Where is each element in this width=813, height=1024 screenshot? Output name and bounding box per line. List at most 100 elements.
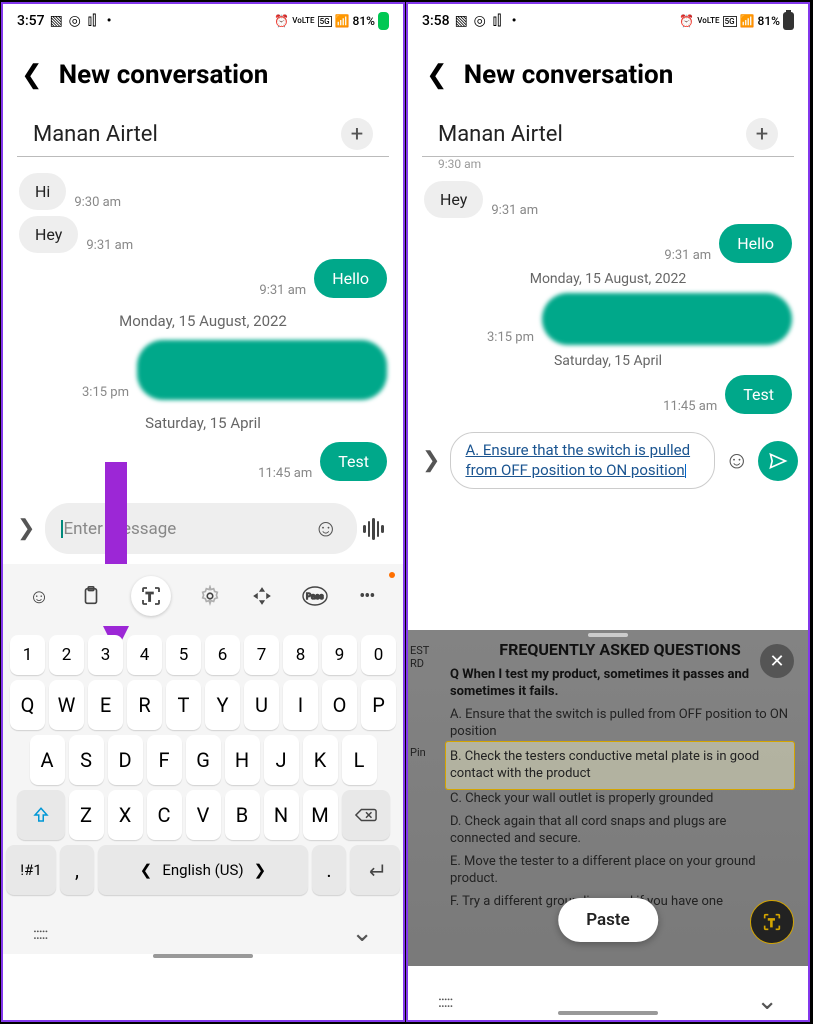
message-incoming[interactable]: Hi 9:30 am <box>19 173 387 210</box>
key[interactable]: K <box>303 735 338 785</box>
key[interactable]: Q <box>10 680 45 730</box>
timestamp: 11:45 am <box>663 399 717 414</box>
hide-keyboard-icon[interactable]: ⌄ <box>756 986 778 1016</box>
header: ❮ New conversation <box>408 34 808 108</box>
key[interactable]: U <box>244 680 279 730</box>
ocr-answer-d[interactable]: D. Check again that all cord snaps and p… <box>450 813 790 848</box>
expand-icon[interactable]: ❯ <box>13 516 39 541</box>
key[interactable]: 2 <box>49 635 84 675</box>
recipient-row: Manan Airtel + <box>422 108 794 157</box>
message-outgoing[interactable]: 9:31 am Hello <box>424 224 792 263</box>
ocr-title[interactable]: FREQUENTLY ASKED QUESTIONS <box>450 640 790 659</box>
emoji-icon[interactable]: ☺ <box>310 514 341 543</box>
key[interactable]: V <box>186 790 221 840</box>
message-incoming[interactable]: Hey 9:31 am <box>19 216 387 253</box>
back-icon[interactable]: ❮ <box>426 60 448 90</box>
key[interactable]: N <box>264 790 299 840</box>
period-key[interactable]: . <box>312 845 346 895</box>
key[interactable]: X <box>108 790 143 840</box>
gallery-icon: ▧ <box>455 14 469 28</box>
phone-screen-right: 3:58 ▧ ◎ ⫾⫿ • ⏰ VoLTE 5G 📶 81% ❮ New con… <box>406 2 810 1022</box>
key[interactable]: 8 <box>283 635 318 675</box>
key[interactable]: 3 <box>88 635 123 675</box>
paste-button[interactable]: Paste <box>558 898 658 942</box>
add-recipient-button[interactable]: + <box>341 118 373 150</box>
key[interactable]: Z <box>69 790 104 840</box>
key[interactable]: R <box>127 680 162 730</box>
message-outgoing[interactable]: 11:45 am Test <box>424 375 792 414</box>
enter-key[interactable] <box>350 845 400 895</box>
keyboard[interactable]: 1 2 3 4 5 6 7 8 9 0 Q W E R T Y U I O P … <box>3 626 403 906</box>
close-button[interactable]: ✕ <box>760 644 794 678</box>
ocr-answer-e[interactable]: E. Move the tester to a different place … <box>450 853 790 888</box>
comma-key[interactable]: , <box>60 845 94 895</box>
ocr-answer-b-highlighted[interactable]: B. Check the testers conductive metal pl… <box>446 742 794 789</box>
key[interactable]: E <box>88 680 123 730</box>
key[interactable]: 1 <box>10 635 45 675</box>
message-input[interactable]: Enter message ☺ <box>45 503 357 554</box>
hide-keyboard-icon[interactable]: ⌄ <box>351 918 373 948</box>
ocr-answer-c[interactable]: C. Check your wall outlet is properly gr… <box>450 790 790 808</box>
key[interactable]: 6 <box>205 635 240 675</box>
key[interactable]: L <box>342 735 377 785</box>
ocr-question[interactable]: Q When I test my product, sometimes it p… <box>450 667 790 701</box>
key[interactable]: S <box>69 735 104 785</box>
add-recipient-button[interactable]: + <box>746 118 778 150</box>
symbols-key[interactable]: !#1 <box>6 845 56 895</box>
key[interactable]: C <box>147 790 182 840</box>
key[interactable]: J <box>264 735 299 785</box>
shift-key[interactable] <box>17 790 65 840</box>
recipient-name[interactable]: Manan Airtel <box>33 122 158 147</box>
message-outgoing[interactable]: 9:31 am Hello <box>19 259 387 298</box>
key[interactable]: Y <box>205 680 240 730</box>
more-icon[interactable]: ••• <box>354 583 380 609</box>
message-outgoing-blurred[interactable]: 3:15 pm <box>424 293 792 345</box>
emoji-icon[interactable]: ☺ <box>721 446 752 475</box>
key[interactable]: H <box>225 735 260 785</box>
message-outgoing-blurred[interactable]: 3:15 pm <box>19 340 387 400</box>
key[interactable]: 5 <box>166 635 201 675</box>
key[interactable]: F <box>147 735 182 785</box>
language-key[interactable]: ❮English (US)❯ <box>98 845 308 895</box>
ocr-answer-a[interactable]: A. Ensure that the switch is pulled from… <box>450 706 790 741</box>
key[interactable]: O <box>322 680 357 730</box>
clipboard-icon[interactable] <box>78 583 104 609</box>
keyboard-row-3: Z X C V B N M <box>6 790 400 840</box>
expand-icon[interactable] <box>249 583 275 609</box>
text-scan-icon[interactable]: T <box>131 576 171 616</box>
timestamp: 9:31 am <box>86 238 133 253</box>
home-indicator[interactable] <box>153 954 253 958</box>
bubble-redacted <box>542 293 792 345</box>
drag-handle-icon[interactable] <box>588 633 628 637</box>
key[interactable]: 7 <box>244 635 279 675</box>
key[interactable]: 9 <box>322 635 357 675</box>
key[interactable]: P <box>361 680 396 730</box>
key[interactable]: D <box>108 735 143 785</box>
key[interactable]: W <box>49 680 84 730</box>
key[interactable]: I <box>283 680 318 730</box>
keyboard-switch-icon[interactable]: ::::: <box>438 992 452 1011</box>
message-input[interactable]: A. Ensure that the switch is pulled from… <box>450 432 715 489</box>
key[interactable]: G <box>186 735 221 785</box>
voice-input-icon[interactable] <box>363 518 393 540</box>
message-incoming[interactable]: Hey 9:31 am <box>424 181 792 218</box>
message-outgoing[interactable]: 11:45 am Test <box>19 442 387 481</box>
rescan-fab[interactable]: T <box>750 900 794 944</box>
settings-icon[interactable] <box>197 583 223 609</box>
send-button[interactable] <box>758 441 798 481</box>
key[interactable]: T <box>166 680 201 730</box>
key[interactable]: 4 <box>127 635 162 675</box>
key[interactable]: B <box>225 790 260 840</box>
key[interactable]: M <box>303 790 338 840</box>
key[interactable]: 0 <box>361 635 396 675</box>
keyboard-row-1: Q W E R T Y U I O P <box>6 680 400 730</box>
pass-icon[interactable]: Pass <box>302 583 328 609</box>
key[interactable]: A <box>30 735 65 785</box>
home-indicator[interactable] <box>558 1011 658 1015</box>
recipient-name[interactable]: Manan Airtel <box>438 122 563 147</box>
emoji-icon[interactable]: ☺ <box>26 583 52 609</box>
backspace-key[interactable] <box>342 790 390 840</box>
keyboard-switch-icon[interactable]: ::::: <box>33 924 47 943</box>
back-icon[interactable]: ❮ <box>21 60 43 90</box>
expand-icon[interactable]: ❯ <box>418 448 444 473</box>
